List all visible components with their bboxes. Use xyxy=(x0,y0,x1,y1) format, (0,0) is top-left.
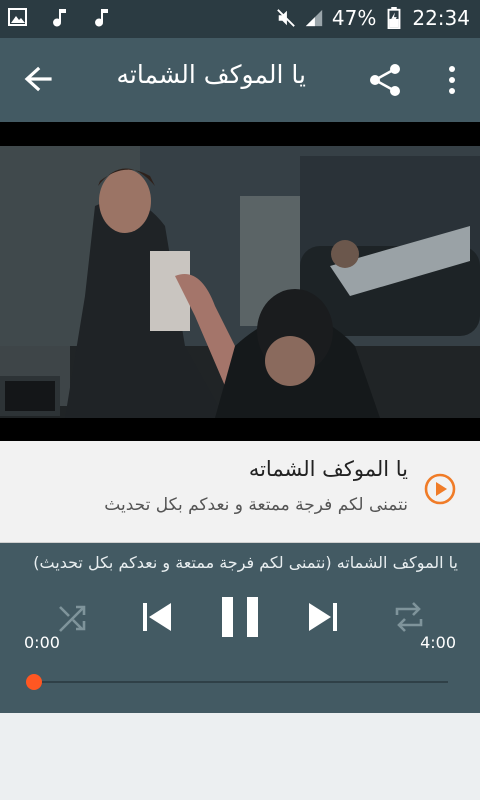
shuffle-icon[interactable] xyxy=(56,595,88,639)
status-bar: 47% 22:34 xyxy=(0,0,480,38)
video-frame xyxy=(0,146,480,418)
battery-percent: 47% xyxy=(331,6,377,30)
music-note-icon xyxy=(95,9,108,27)
arrow-back-icon[interactable] xyxy=(20,62,56,98)
app-bar: يا الموكف الشماته xyxy=(0,38,480,122)
seek-thumb[interactable] xyxy=(26,674,42,690)
page-title: يا الموكف الشماته xyxy=(116,60,306,89)
image-icon xyxy=(8,8,27,26)
mute-icon xyxy=(277,9,295,27)
next-icon[interactable] xyxy=(306,595,340,639)
play-circle-icon[interactable] xyxy=(424,473,456,505)
notification-icons xyxy=(8,6,112,28)
empty-area xyxy=(0,713,480,800)
clock: 22:34 xyxy=(412,6,470,30)
media-controller: يا الموكف الشماته (نتمنى لكم فرجة ممتعة … xyxy=(0,543,480,713)
battery-icon xyxy=(387,7,401,29)
more-vert-icon[interactable] xyxy=(446,64,458,96)
system-status: 47% 22:34 xyxy=(276,6,470,30)
now-playing-text: يا الموكف الشماته (نتمنى لكم فرجة ممتعة … xyxy=(33,553,458,572)
time-total: 4:00 xyxy=(420,633,456,652)
seek-bar[interactable] xyxy=(34,681,448,683)
track-title: يا الموكف الشماته xyxy=(248,457,408,481)
signal-icon xyxy=(305,9,323,27)
track-subtitle: نتمنى لكم فرجة ممتعة و نعدكم بكل تحديث xyxy=(104,495,408,515)
track-card[interactable]: يا الموكف الشماته نتمنى لكم فرجة ممتعة و… xyxy=(0,441,480,543)
previous-icon[interactable] xyxy=(140,595,174,639)
time-current: 0:00 xyxy=(24,633,60,652)
share-icon[interactable] xyxy=(368,62,402,98)
video-player[interactable] xyxy=(0,122,480,441)
pause-icon[interactable] xyxy=(220,595,260,639)
music-note-icon xyxy=(53,9,66,27)
